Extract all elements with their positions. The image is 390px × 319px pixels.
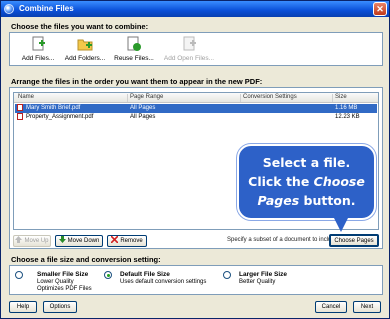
move-down-button[interactable]: Move Down <box>55 235 103 247</box>
add-open-files-icon <box>181 36 197 52</box>
smaller-size-radio[interactable] <box>15 271 23 279</box>
arrow-down-icon <box>58 236 66 243</box>
option-desc: Better Quality <box>239 279 276 285</box>
table-row[interactable]: Property_Assignment.pdf All Pages 12.23 … <box>15 113 377 122</box>
reuse-files-label: Reuse Files... <box>114 55 154 62</box>
move-down-label: Move Down <box>67 238 100 244</box>
file-list-header: Name Page Range Conversion Settings Size <box>14 93 378 103</box>
move-up-label: Move Up <box>24 238 49 244</box>
move-up-button[interactable]: Move Up <box>13 235 51 247</box>
add-folders-button[interactable]: Add Folders... <box>62 36 108 62</box>
option-title: Smaller File Size <box>37 271 89 278</box>
help-button[interactable]: Help <box>9 301 37 313</box>
pdf-file-icon <box>17 113 23 120</box>
callout-line-1: Select a file. <box>262 155 351 170</box>
column-conversion-settings[interactable]: Conversion Settings <box>243 94 297 100</box>
file-name: Property_Assignment.pdf <box>26 114 94 120</box>
file-name: Mary Smith Brief.pdf <box>26 105 81 111</box>
larger-size-option[interactable]: Larger File Size Better Quality <box>239 271 287 286</box>
add-files-icon <box>30 36 46 52</box>
add-files-label: Add Files... <box>21 55 55 62</box>
file-size: 1.16 MB <box>335 105 358 111</box>
page-range: All Pages <box>130 105 156 111</box>
pdf-file-icon <box>17 104 23 111</box>
column-page-range[interactable]: Page Range <box>130 94 163 100</box>
choose-pages-button[interactable]: Choose Pages <box>329 234 379 247</box>
next-button[interactable]: Next <box>353 301 381 313</box>
callout-line-3: Pages button. <box>239 191 374 210</box>
smaller-size-option[interactable]: Smaller File Size Lower Quality Optimize… <box>37 271 92 293</box>
default-size-radio[interactable] <box>104 271 112 279</box>
column-size[interactable]: Size <box>335 94 347 100</box>
app-icon <box>4 4 14 14</box>
option-desc: Lower Quality <box>37 279 74 285</box>
remove-button[interactable]: Remove <box>107 235 147 247</box>
table-row[interactable]: Mary Smith Brief.pdf All Pages 1.16 MB <box>15 104 377 113</box>
window-title: Combine Files <box>19 4 74 13</box>
add-open-files-label: Add Open Files... <box>163 55 215 62</box>
cancel-button[interactable]: Cancel <box>315 301 347 313</box>
remove-x-icon <box>110 235 119 244</box>
callout-emphasis: Choose <box>313 174 365 189</box>
page-range: All Pages <box>130 114 156 120</box>
callout-text: Click the <box>248 174 314 189</box>
callout-emphasis: Pages <box>257 193 300 208</box>
larger-size-radio[interactable] <box>223 271 231 279</box>
close-button[interactable]: ✕ <box>373 2 387 16</box>
title-bar[interactable]: Combine Files ✕ <box>1 1 389 17</box>
file-size: 12.23 KB <box>335 114 360 120</box>
option-title: Default File Size <box>120 271 170 278</box>
default-size-option[interactable]: Default File Size Uses default conversio… <box>120 271 206 286</box>
add-folders-label: Add Folders... <box>64 55 106 62</box>
add-folders-icon <box>77 36 93 52</box>
arrow-up-icon <box>15 236 23 243</box>
arrange-heading: Arrange the files in the order you want … <box>11 77 263 86</box>
subset-hint: Specify a subset of a document to includ… <box>227 237 340 243</box>
instruction-callout: Select a file. Click the Choose Pages bu… <box>237 144 376 232</box>
add-open-files-button[interactable]: Add Open Files... <box>162 36 216 62</box>
toolbar-panel: Add Files... Add Folders... Reuse Files.… <box>9 32 383 66</box>
remove-label: Remove <box>120 238 143 244</box>
choose-files-heading: Choose the files you want to combine: <box>11 22 149 31</box>
callout-pointer <box>331 212 351 232</box>
option-title: Larger File Size <box>239 271 288 278</box>
column-name[interactable]: Name <box>18 94 34 100</box>
combine-files-window: Combine Files ✕ Choose the files you wan… <box>0 0 390 319</box>
callout-text: button. <box>299 193 356 208</box>
reuse-files-button[interactable]: Reuse Files... <box>112 36 156 62</box>
callout-line-2: Click the Choose <box>239 172 374 191</box>
option-desc: Uses default conversion settings <box>120 279 207 285</box>
reuse-files-icon <box>126 36 142 52</box>
options-button[interactable]: Options <box>43 301 77 313</box>
option-desc: Optimizes PDF Files <box>37 286 92 292</box>
add-files-button[interactable]: Add Files... <box>18 36 58 62</box>
file-size-heading: Choose a file size and conversion settin… <box>11 255 161 264</box>
